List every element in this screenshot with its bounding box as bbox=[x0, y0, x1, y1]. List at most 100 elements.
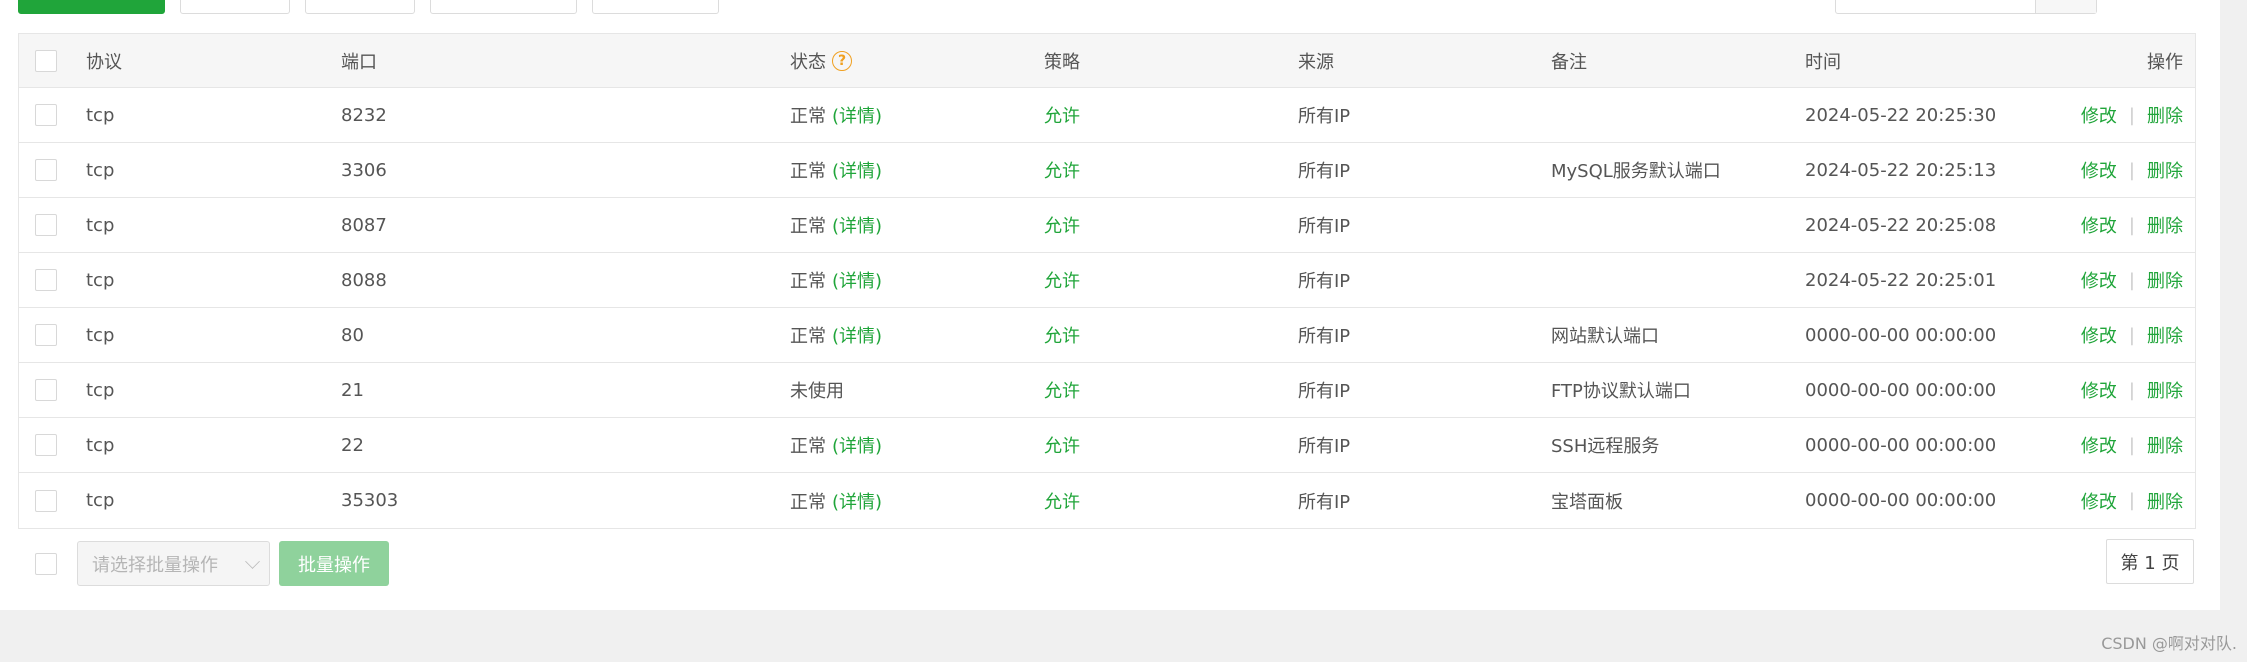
policy-cell: 允许 bbox=[1044, 161, 1080, 182]
port-cell: 8087 bbox=[341, 214, 387, 236]
status-detail-link[interactable]: (详情) bbox=[832, 267, 882, 293]
port-cell: 8088 bbox=[341, 269, 387, 291]
ops-separator: | bbox=[2128, 269, 2135, 291]
status-detail-link[interactable]: (详情) bbox=[832, 157, 882, 183]
source-cell: 所有IP bbox=[1298, 326, 1351, 347]
table-row: tcp 35303 正常 (详情) 允许 所有IP 宝塔面板 0000-00-00 00:00… bbox=[19, 473, 2195, 528]
status-detail-link[interactable]: (详情) bbox=[832, 432, 882, 458]
delete-link[interactable]: 删除 bbox=[2147, 102, 2183, 128]
toolbar-button-4[interactable] bbox=[430, 0, 577, 14]
table-row: tcp 8088 正常 (详情) 允许 所有IP 2024-05-22 20:25:01 修改… bbox=[19, 253, 2195, 308]
status-detail-link[interactable]: (详情) bbox=[832, 102, 882, 128]
delete-link[interactable]: 删除 bbox=[2147, 432, 2183, 458]
protocol-cell: tcp bbox=[86, 324, 115, 346]
row-checkbox[interactable] bbox=[35, 269, 57, 291]
header-source: 来源 bbox=[1298, 51, 1334, 73]
header-status-label: 状态 bbox=[790, 51, 826, 73]
protocol-cell: tcp bbox=[86, 269, 115, 291]
row-checkbox[interactable] bbox=[35, 434, 57, 456]
header-protocol: 协议 bbox=[86, 51, 122, 73]
protocol-cell: tcp bbox=[86, 104, 115, 126]
table-row: tcp 80 正常 (详情) 允许 所有IP 网站默认端口 0000-00-00 00:00:… bbox=[19, 308, 2195, 363]
table-row: tcp 22 正常 (详情) 允许 所有IP SSH远程服务 0000-00-00 00:00… bbox=[19, 418, 2195, 473]
policy-cell: 允许 bbox=[1044, 216, 1080, 237]
delete-link[interactable]: 删除 bbox=[2147, 322, 2183, 348]
status-text: 正常 bbox=[790, 436, 826, 457]
ops-separator: | bbox=[2128, 379, 2135, 401]
protocol-cell: tcp bbox=[86, 214, 115, 236]
status-cell: 正常 (详情) bbox=[790, 253, 882, 307]
time-cell: 0000-00-00 00:00:00 bbox=[1805, 490, 1997, 511]
status-cell: 正常 (详情) bbox=[790, 473, 882, 528]
row-checkbox[interactable] bbox=[35, 159, 57, 181]
ops-separator: | bbox=[2128, 490, 2135, 511]
time-cell: 0000-00-00 00:00:00 bbox=[1805, 434, 1997, 456]
edit-link[interactable]: 修改 bbox=[2081, 377, 2117, 403]
remark-cell: 网站默认端口 bbox=[1551, 326, 1659, 347]
time-cell: 0000-00-00 00:00:00 bbox=[1805, 324, 1997, 346]
delete-link[interactable]: 删除 bbox=[2147, 212, 2183, 238]
header-port: 端口 bbox=[341, 51, 377, 73]
edit-link[interactable]: 修改 bbox=[2081, 488, 2117, 514]
row-checkbox[interactable] bbox=[35, 489, 57, 512]
edit-link[interactable]: 修改 bbox=[2081, 432, 2117, 458]
row-checkbox[interactable] bbox=[35, 104, 57, 126]
edit-link[interactable]: 修改 bbox=[2081, 102, 2117, 128]
protocol-cell: tcp bbox=[86, 490, 115, 511]
protocol-cell: tcp bbox=[86, 379, 115, 401]
port-rules-table: 协议 端口 状态 ? 策略 来源 备注 时间 操作 tcp 8232 正常 (详情) 允… bbox=[18, 33, 2196, 529]
select-all-checkbox[interactable] bbox=[35, 49, 57, 72]
time-cell: 2024-05-22 20:25:01 bbox=[1805, 269, 1997, 291]
edit-link[interactable]: 修改 bbox=[2081, 322, 2117, 348]
status-cell: 正常 (详情) bbox=[790, 418, 882, 472]
page-indicator[interactable]: 第 1 页 bbox=[2106, 539, 2194, 584]
add-rule-button[interactable] bbox=[18, 0, 165, 14]
edit-link[interactable]: 修改 bbox=[2081, 157, 2117, 183]
delete-link[interactable]: 删除 bbox=[2147, 267, 2183, 293]
header-remark: 备注 bbox=[1551, 51, 1587, 73]
header-policy: 策略 bbox=[1044, 51, 1080, 73]
delete-link[interactable]: 删除 bbox=[2147, 488, 2183, 514]
source-cell: 所有IP bbox=[1298, 106, 1351, 127]
port-cell: 8232 bbox=[341, 104, 387, 126]
policy-cell: 允许 bbox=[1044, 491, 1080, 513]
time-cell: 0000-00-00 00:00:00 bbox=[1805, 379, 1997, 401]
batch-operation-select[interactable]: 请选择批量操作 bbox=[77, 541, 270, 586]
table-header: 协议 端口 状态 ? 策略 来源 备注 时间 操作 bbox=[19, 34, 2195, 88]
status-text: 正常 bbox=[790, 216, 826, 237]
batch-operation-button[interactable]: 批量操作 bbox=[279, 541, 389, 586]
toolbar-button-5[interactable] bbox=[592, 0, 719, 14]
status-text: 正常 bbox=[790, 491, 826, 513]
toolbar-button-2[interactable] bbox=[180, 0, 290, 14]
source-cell: 所有IP bbox=[1298, 216, 1351, 237]
status-detail-link[interactable]: (详情) bbox=[832, 212, 882, 238]
row-checkbox[interactable] bbox=[35, 324, 57, 346]
search-input[interactable] bbox=[1835, 0, 2097, 14]
ops-cell: 修改 | 删除 bbox=[2081, 308, 2183, 362]
row-checkbox[interactable] bbox=[35, 214, 57, 236]
search-button[interactable] bbox=[2035, 0, 2096, 13]
ops-cell: 修改 | 删除 bbox=[2081, 473, 2183, 528]
delete-link[interactable]: 删除 bbox=[2147, 377, 2183, 403]
edit-link[interactable]: 修改 bbox=[2081, 267, 2117, 293]
firewall-panel: 协议 端口 状态 ? 策略 来源 备注 时间 操作 tcp 8232 正常 (详情) 允… bbox=[0, 0, 2220, 610]
toolbar-button-3[interactable] bbox=[305, 0, 415, 14]
ops-separator: | bbox=[2128, 324, 2135, 346]
delete-link[interactable]: 删除 bbox=[2147, 157, 2183, 183]
row-checkbox[interactable] bbox=[35, 379, 57, 401]
ops-cell: 修改 | 删除 bbox=[2081, 143, 2183, 197]
source-cell: 所有IP bbox=[1298, 381, 1351, 402]
header-time: 时间 bbox=[1805, 51, 1841, 73]
bottom-select-checkbox[interactable] bbox=[35, 553, 57, 575]
status-cell: 正常 (详情) bbox=[790, 88, 882, 142]
status-text: 正常 bbox=[790, 161, 826, 182]
help-icon[interactable]: ? bbox=[832, 50, 852, 71]
port-cell: 21 bbox=[341, 379, 364, 401]
port-cell: 80 bbox=[341, 324, 364, 346]
status-cell: 正常 (详情) bbox=[790, 308, 882, 362]
status-detail-link[interactable]: (详情) bbox=[832, 322, 882, 348]
status-detail-link[interactable]: (详情) bbox=[832, 488, 882, 514]
source-cell: 所有IP bbox=[1298, 491, 1351, 513]
edit-link[interactable]: 修改 bbox=[2081, 212, 2117, 238]
status-text: 正常 bbox=[790, 326, 826, 347]
